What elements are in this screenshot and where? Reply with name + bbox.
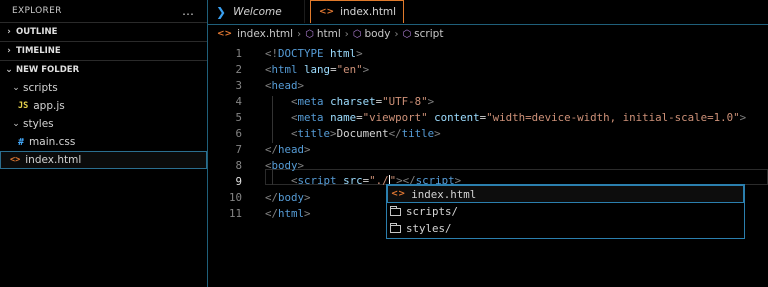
- tree-item-label: scripts: [23, 82, 58, 94]
- suggestion-label: scripts/: [406, 205, 459, 218]
- code-text: <title>Document</title>: [291, 126, 441, 140]
- folder-icon: [390, 222, 401, 233]
- tab-label: index.html: [340, 6, 397, 18]
- line-number: 1: [235, 46, 242, 60]
- tab-bar: ❯ Welcome <> index.html: [208, 0, 768, 23]
- line-number: 4: [235, 94, 242, 108]
- suggest-widget: <> index.html scripts/ styles/: [386, 184, 745, 239]
- suggestion-label: index.html: [411, 187, 477, 201]
- line-number: 9: [235, 174, 242, 188]
- suggestion-label: styles/: [406, 222, 452, 235]
- breadcrumb-label: body: [364, 28, 391, 40]
- line-number: 7: [235, 142, 242, 156]
- code-line[interactable]: 5 <meta name="viewport" content="width=d…: [208, 109, 768, 125]
- tab-welcome[interactable]: ❯ Welcome: [208, 0, 305, 23]
- code-text: <body>: [265, 158, 305, 172]
- tree-item-label: app.js: [33, 100, 65, 112]
- code-line[interactable]: 7 </head>: [208, 141, 768, 157]
- breadcrumb-html[interactable]: ⬡ html: [305, 28, 341, 40]
- timeline-label: TIMELINE: [16, 46, 61, 56]
- line-number: 11: [228, 206, 242, 220]
- symbol-element-icon: ⬡: [402, 28, 412, 40]
- tree-item-label: main.css: [29, 136, 76, 148]
- html-file-icon: <>: [391, 189, 406, 199]
- html-file-icon: <>: [217, 29, 233, 39]
- vscode-icon: ❯: [216, 4, 227, 19]
- line-number: 2: [235, 62, 242, 76]
- tree-folder-styles[interactable]: ⌄ styles: [0, 115, 207, 133]
- code-text: <!DOCTYPE html>: [265, 46, 363, 60]
- chevron-right-icon: ›: [297, 28, 302, 40]
- tab-label: Welcome: [233, 5, 282, 18]
- chevron-right-icon: ›: [344, 28, 349, 40]
- code-editor[interactable]: 1 <!DOCTYPE html> 2 <html lang="en"> 3 <head>…: [208, 44, 768, 287]
- suggestion-item[interactable]: styles/: [387, 220, 744, 237]
- suggestion-item[interactable]: <> index.html: [387, 185, 744, 203]
- javascript-file-icon: JS: [18, 101, 29, 111]
- code-line[interactable]: 8 <body>: [208, 157, 768, 173]
- chevron-down-icon: ⌄: [5, 65, 13, 75]
- code-line[interactable]: 2 <html lang="en">: [208, 61, 768, 77]
- timeline-section[interactable]: › TIMELINE: [0, 41, 207, 60]
- code-text: <html lang="en">: [265, 62, 370, 76]
- outline-label: OUTLINE: [16, 27, 58, 37]
- tree-file-main-css[interactable]: # main.css: [0, 133, 207, 151]
- line-number: 5: [235, 110, 242, 124]
- folder-section[interactable]: ⌄ NEW FOLDER: [0, 60, 207, 79]
- line-number: 3: [235, 78, 242, 92]
- outline-section[interactable]: › OUTLINE: [0, 22, 207, 41]
- folder-icon: [390, 205, 401, 216]
- chevron-right-icon: ›: [7, 27, 11, 37]
- more-actions-icon[interactable]: …: [182, 4, 195, 18]
- css-file-icon: #: [18, 136, 25, 148]
- chevron-right-icon: ›: [7, 46, 11, 56]
- breadcrumb: <> index.html › ⬡ html › ⬡ body › ⬡ scri…: [208, 24, 768, 43]
- line-number: 6: [235, 126, 242, 140]
- breadcrumb-body[interactable]: ⬡ body: [353, 28, 391, 40]
- code-text: <meta charset="UTF-8">: [291, 94, 435, 108]
- html-file-icon: <>: [319, 7, 335, 17]
- code-line[interactable]: 4 <meta charset="UTF-8">: [208, 93, 768, 109]
- tree-folder-scripts[interactable]: ⌄ scripts: [0, 79, 207, 97]
- line-number: 10: [228, 190, 242, 204]
- symbol-element-icon: ⬡: [305, 28, 314, 40]
- explorer-sidebar: EXPLORER … › OUTLINE › TIMELINE ⌄ NEW FO…: [0, 0, 208, 287]
- chevron-down-icon: ⌄: [12, 83, 20, 93]
- html-file-icon: <>: [10, 155, 21, 165]
- folder-label: NEW FOLDER: [16, 65, 80, 75]
- breadcrumb-label: script: [414, 28, 444, 40]
- tree-file-app-js[interactable]: JS app.js: [0, 97, 207, 115]
- breadcrumb-label: index.html: [237, 28, 294, 40]
- tree-item-label: index.html: [25, 154, 82, 166]
- code-line[interactable]: 3 <head>: [208, 77, 768, 93]
- code-text: <head>: [265, 78, 305, 92]
- explorer-title: EXPLORER: [12, 6, 62, 16]
- tab-index-html[interactable]: <> index.html: [310, 0, 404, 23]
- symbol-element-icon: ⬡: [352, 28, 362, 40]
- suggestion-item[interactable]: scripts/: [387, 203, 744, 220]
- chevron-down-icon: ⌄: [12, 119, 20, 129]
- code-line[interactable]: 6 <title>Document</title>: [208, 125, 768, 141]
- code-line[interactable]: 1 <!DOCTYPE html>: [208, 45, 768, 61]
- code-text: <meta name="viewport" content="width=dev…: [291, 110, 747, 124]
- code-text: </html>: [265, 206, 311, 220]
- breadcrumb-label: html: [316, 28, 341, 40]
- chevron-right-icon: ›: [394, 28, 399, 40]
- breadcrumb-file[interactable]: <> index.html: [217, 28, 293, 40]
- tree-item-label: styles: [23, 118, 54, 130]
- explorer-header: EXPLORER …: [0, 0, 207, 22]
- line-number: 8: [235, 158, 242, 172]
- code-text: </body>: [265, 190, 311, 204]
- code-text: </head>: [265, 142, 311, 156]
- tree-file-index-html[interactable]: <> index.html: [0, 151, 207, 169]
- breadcrumb-script[interactable]: ⬡ script: [402, 28, 443, 40]
